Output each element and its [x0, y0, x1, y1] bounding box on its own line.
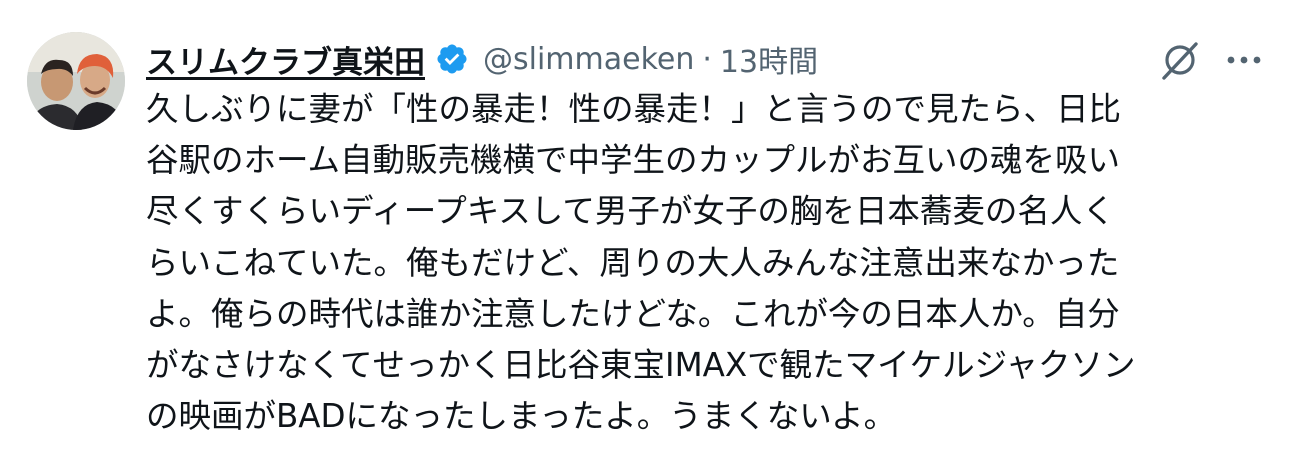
avatar[interactable] — [27, 32, 125, 130]
tweet-body-line: 久しぶりに妻が「性の暴走！性の暴走！」と言うので見たら、日比 — [146, 90, 1122, 128]
author-display-name[interactable]: スリムクラブ真栄田 — [146, 37, 425, 82]
verified-badge-icon — [435, 42, 469, 76]
tweet-card: スリムクラブ真栄田 @slimmaeken · 13時間 久しぶりに妻が「性の暴… — [0, 0, 1300, 460]
separator-dot: · — [702, 41, 712, 77]
tweet-body-line: 谷駅のホーム自動販売機横で中学生のカップルがお互いの魂を吸い — [146, 141, 1121, 180]
tweet-header: スリムクラブ真栄田 @slimmaeken · 13時間 — [146, 36, 818, 82]
author-handle[interactable]: @slimmaeken — [483, 42, 694, 77]
tweet-body: 久しぶりに妻が「性の暴走！性の暴走！」と言うので見たら、日比 谷駅のホーム自動販… — [146, 84, 1266, 442]
tweet-body-line: 尽くすくらいディープキスして男子が女子の胸を日本蕎麦の名人く — [146, 192, 1115, 231]
tweet-body-line: らいこねていた。俺もだけど、周りの大人みんな注意出来なかった — [146, 243, 1120, 282]
grok-icon[interactable] — [1158, 38, 1202, 82]
more-options-icon[interactable] — [1224, 46, 1264, 74]
tweet-body-line: がなさけなくてせっかく日比谷東宝IMAXで観たマイケルジャクソン — [146, 346, 1136, 385]
tweet-body-line: よ。俺らの時代は誰か注意したけどな。これが今の日本人か。自分 — [146, 294, 1120, 333]
tweet-timestamp[interactable]: 13時間 — [720, 37, 818, 81]
tweet-body-line: の映画がBADになったしまったよ。うまくないよ。 — [146, 397, 897, 436]
